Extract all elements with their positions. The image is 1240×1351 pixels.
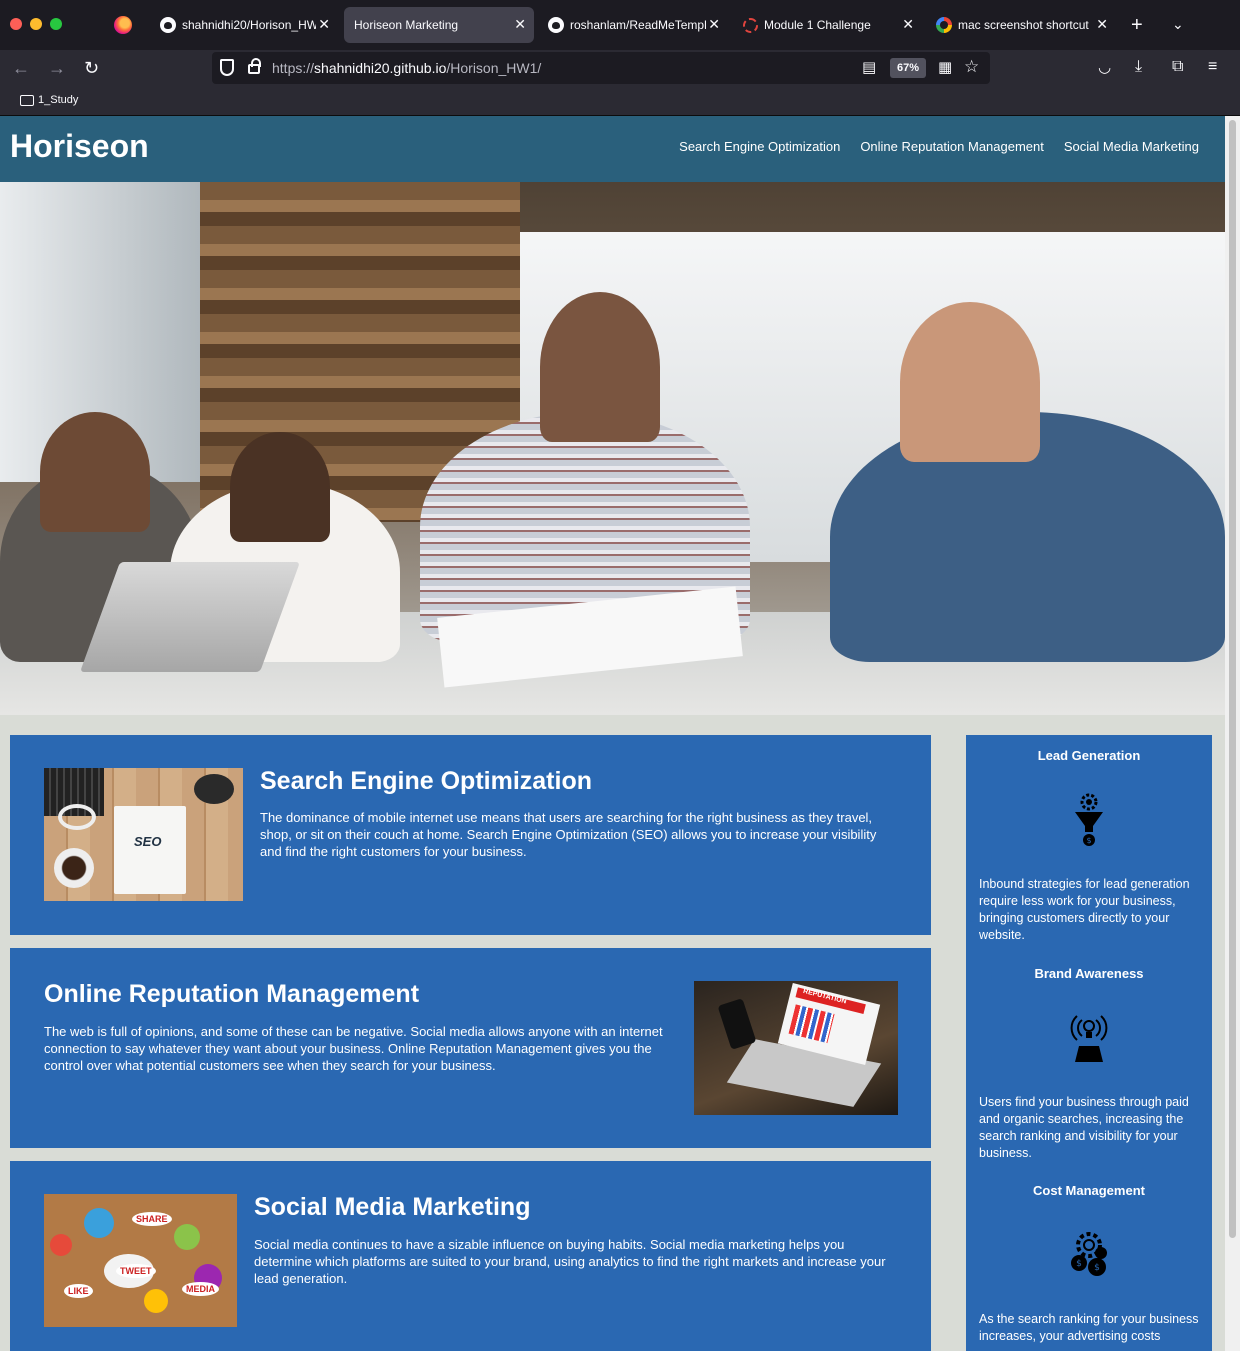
minimize-window-button[interactable] [30,18,42,30]
benefit-title: Cost Management [1033,1183,1145,1198]
forward-arrow-icon[interactable]: → [48,58,66,78]
close-tab-icon[interactable]: ✕ [708,16,720,32]
reputation-image: REPUTATION [694,981,898,1115]
close-window-button[interactable] [10,18,22,30]
benefit-cost-management: Cost Management $ $ As the search rankin… [966,1183,1212,1343]
page-viewport: Horiseon Search Engine Optimization Onli… [0,116,1240,1351]
menu-icon[interactable]: ≡ [1208,58,1217,76]
benefit-title: Brand Awareness [1034,966,1144,981]
benefit-text: Users find your business through paid an… [979,1095,1189,1160]
cost-management-icon: $ $ [1071,1232,1107,1276]
lock-icon[interactable] [248,58,261,74]
site-nav: Search Engine Optimization Online Reputa… [679,139,1199,154]
nav-link-seo[interactable]: Search Engine Optimization [679,139,840,154]
downloads-icon[interactable]: ⤓ [1135,58,1142,76]
section-seo: SEO Search Engine Optimization The domin… [10,735,931,935]
section-text: The dominance of mobile internet use mea… [260,810,877,859]
folder-icon [20,95,34,106]
benefits-sidebar: Lead Generation $ Inbound strategies for… [966,735,1212,1351]
extensions-icon[interactable]: ⧉ [1172,58,1183,76]
benefit-title: Lead Generation [1037,748,1141,763]
tab-bar: shahnidhi20/Horison_HW1 ✕ Horiseon Marke… [0,0,1240,50]
nav-link-smm[interactable]: Social Media Marketing [1064,139,1199,154]
social-media-image: SHARE TWEET LIKE MEDIA [44,1194,237,1327]
bookmarks-toolbar: 1_Study [0,86,1240,116]
bookmark-star-icon[interactable]: ☆ [964,58,979,76]
pocket-icon[interactable]: ◡ [1098,59,1111,77]
benefit-text: As the search ranking for your business … [979,1312,1199,1343]
url-text[interactable]: https://shahnidhi20.github.io/Horison_HW… [272,60,541,76]
section-text: The web is full of opinions, and some of… [44,1024,663,1073]
firefox-view-icon[interactable] [114,16,132,34]
benefit-brand-awareness: Brand Awareness Users find your business… [966,966,1212,1160]
tracking-protection-icon[interactable] [220,59,234,76]
back-arrow-icon[interactable]: ← [12,58,30,78]
qr-code-icon[interactable]: ▦ [938,59,952,77]
tab-github-readme[interactable]: roshanlam/ReadMeTemplate ✕ [538,7,728,43]
close-tab-icon[interactable]: ✕ [902,16,914,32]
section-smm: SHARE TWEET LIKE MEDIA Social Media Mark… [10,1161,931,1351]
hero-image [0,182,1225,715]
google-icon [936,17,952,33]
canvas-icon [742,17,758,33]
reload-icon[interactable]: ↻ [84,58,99,78]
new-tab-icon[interactable]: + [1131,15,1143,35]
benefit-text: Inbound strategies for lead generation r… [979,877,1190,942]
zoom-level-badge[interactable]: 67% [890,58,926,78]
zoom-window-button[interactable] [50,18,62,30]
reader-view-icon[interactable]: ▤ [862,59,876,77]
brand-awareness-icon [1070,1015,1108,1062]
list-tabs-icon[interactable]: ⌄ [1172,15,1184,33]
section-text: Social media continues to have a sizable… [254,1237,886,1286]
site-logo[interactable]: Horiseon [10,128,149,165]
seo-image: SEO [44,768,243,901]
bookmark-folder-1-study[interactable]: 1_Study [38,94,78,106]
address-bar[interactable]: https://shahnidhi20.github.io/Horison_HW… [212,52,990,84]
tab-google-search[interactable]: mac screenshot shortcut ✕ [926,7,1116,43]
section-title: Social Media Marketing [254,1193,531,1221]
nav-link-orm[interactable]: Online Reputation Management [860,139,1044,154]
scrollbar-thumb[interactable] [1229,120,1236,1238]
page-scrollbar[interactable] [1225,116,1240,1351]
section-orm: Online Reputation Management The web is … [10,948,931,1148]
section-title: Online Reputation Management [44,980,420,1008]
close-tab-icon[interactable]: ✕ [514,16,526,32]
tab-module-challenge[interactable]: Module 1 Challenge ✕ [732,7,922,43]
section-title: Search Engine Optimization [260,767,592,795]
close-tab-icon[interactable]: ✕ [1096,16,1108,32]
tab-github-horison[interactable]: shahnidhi20/Horison_HW1 ✕ [150,7,338,43]
benefit-lead-generation: Lead Generation $ Inbound strategies for… [966,748,1212,942]
close-tab-icon[interactable]: ✕ [318,16,330,32]
github-icon [548,17,564,33]
site-header: Horiseon Search Engine Optimization Onli… [0,116,1225,182]
svg-text:$: $ [1086,836,1091,845]
svg-text:$: $ [1094,1263,1100,1273]
tab-horiseon-marketing[interactable]: Horiseon Marketing ✕ [344,7,534,43]
navigation-toolbar: ← → ↻ https://shahnidhi20.github.io/Hori… [0,50,1240,86]
lead-generation-icon: $ [1075,793,1103,846]
github-icon [160,17,176,33]
svg-text:$: $ [1076,1259,1082,1269]
